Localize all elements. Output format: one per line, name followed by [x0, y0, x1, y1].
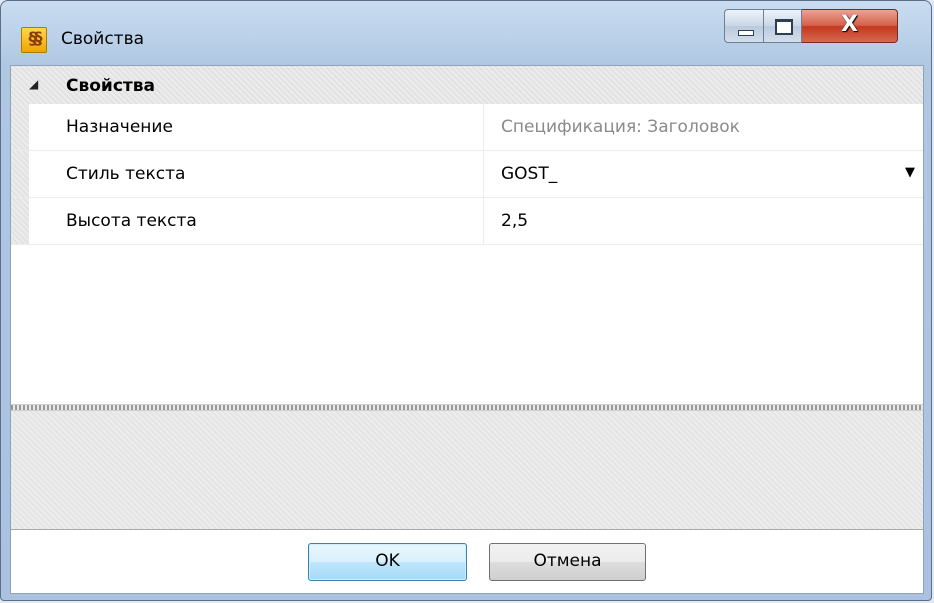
category-row-properties[interactable]: ◢ Свойства — [11, 66, 923, 104]
cancel-button[interactable]: Отмена — [489, 543, 646, 581]
row-margin — [11, 151, 29, 197]
property-row-purpose[interactable]: Назначение Спецификация: Заголовок — [11, 104, 923, 151]
row-margin — [11, 198, 29, 244]
column-divider — [483, 151, 484, 197]
ok-button[interactable]: OK — [308, 543, 467, 581]
property-name: Стиль текста — [66, 164, 186, 184]
minimize-button[interactable] — [724, 9, 764, 43]
properties-window: §§ Свойства X ◢ Свойства Назначение Спец… — [0, 0, 932, 601]
button-bar: OK Отмена — [11, 530, 923, 593]
window-title: Свойства — [61, 29, 145, 49]
property-row-text-style[interactable]: Стиль текста GOST_ ▼ — [11, 151, 923, 198]
maximize-icon — [775, 19, 793, 35]
maximize-button[interactable] — [764, 9, 802, 43]
row-margin — [11, 104, 29, 150]
close-icon: X — [841, 12, 858, 37]
grid-description-splitter[interactable] — [11, 404, 923, 411]
dialog-client-area: ◢ Свойства Назначение Спецификация: Заго… — [10, 65, 924, 594]
text-height-input[interactable]: 2,5 — [501, 211, 528, 231]
collapse-arrow-icon[interactable]: ◢ — [29, 77, 38, 91]
property-name: Высота текста — [66, 211, 197, 231]
dropdown-arrow-icon[interactable]: ▼ — [905, 165, 915, 180]
title-bar[interactable]: §§ Свойства X — [1, 1, 931, 65]
close-button[interactable]: X — [802, 9, 898, 43]
column-divider — [483, 104, 484, 150]
column-divider — [483, 198, 484, 244]
app-icon: §§ — [21, 27, 47, 53]
text-style-select[interactable]: GOST_ — [501, 164, 557, 184]
category-label: Свойства — [66, 76, 155, 96]
minimize-icon — [738, 30, 754, 36]
property-grid: ◢ Свойства Назначение Спецификация: Заго… — [11, 66, 923, 404]
description-panel — [11, 411, 923, 530]
property-name: Назначение — [66, 117, 173, 137]
property-value: Спецификация: Заголовок — [501, 117, 740, 137]
property-row-text-height[interactable]: Высота текста 2,5 — [11, 198, 923, 245]
